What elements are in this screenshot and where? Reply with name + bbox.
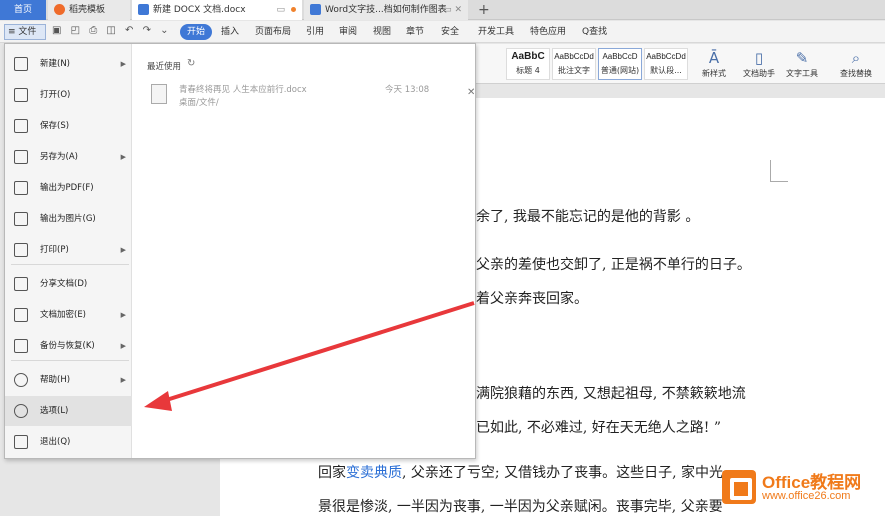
annotation-arrow bbox=[144, 301, 475, 411]
arrow-shaft bbox=[159, 301, 475, 404]
arrow-head bbox=[144, 391, 172, 411]
office-logo-icon bbox=[722, 470, 756, 504]
watermark-url: www.office26.com bbox=[762, 490, 851, 502]
watermark-logo: Office教程网 www.office26.com bbox=[718, 466, 885, 516]
